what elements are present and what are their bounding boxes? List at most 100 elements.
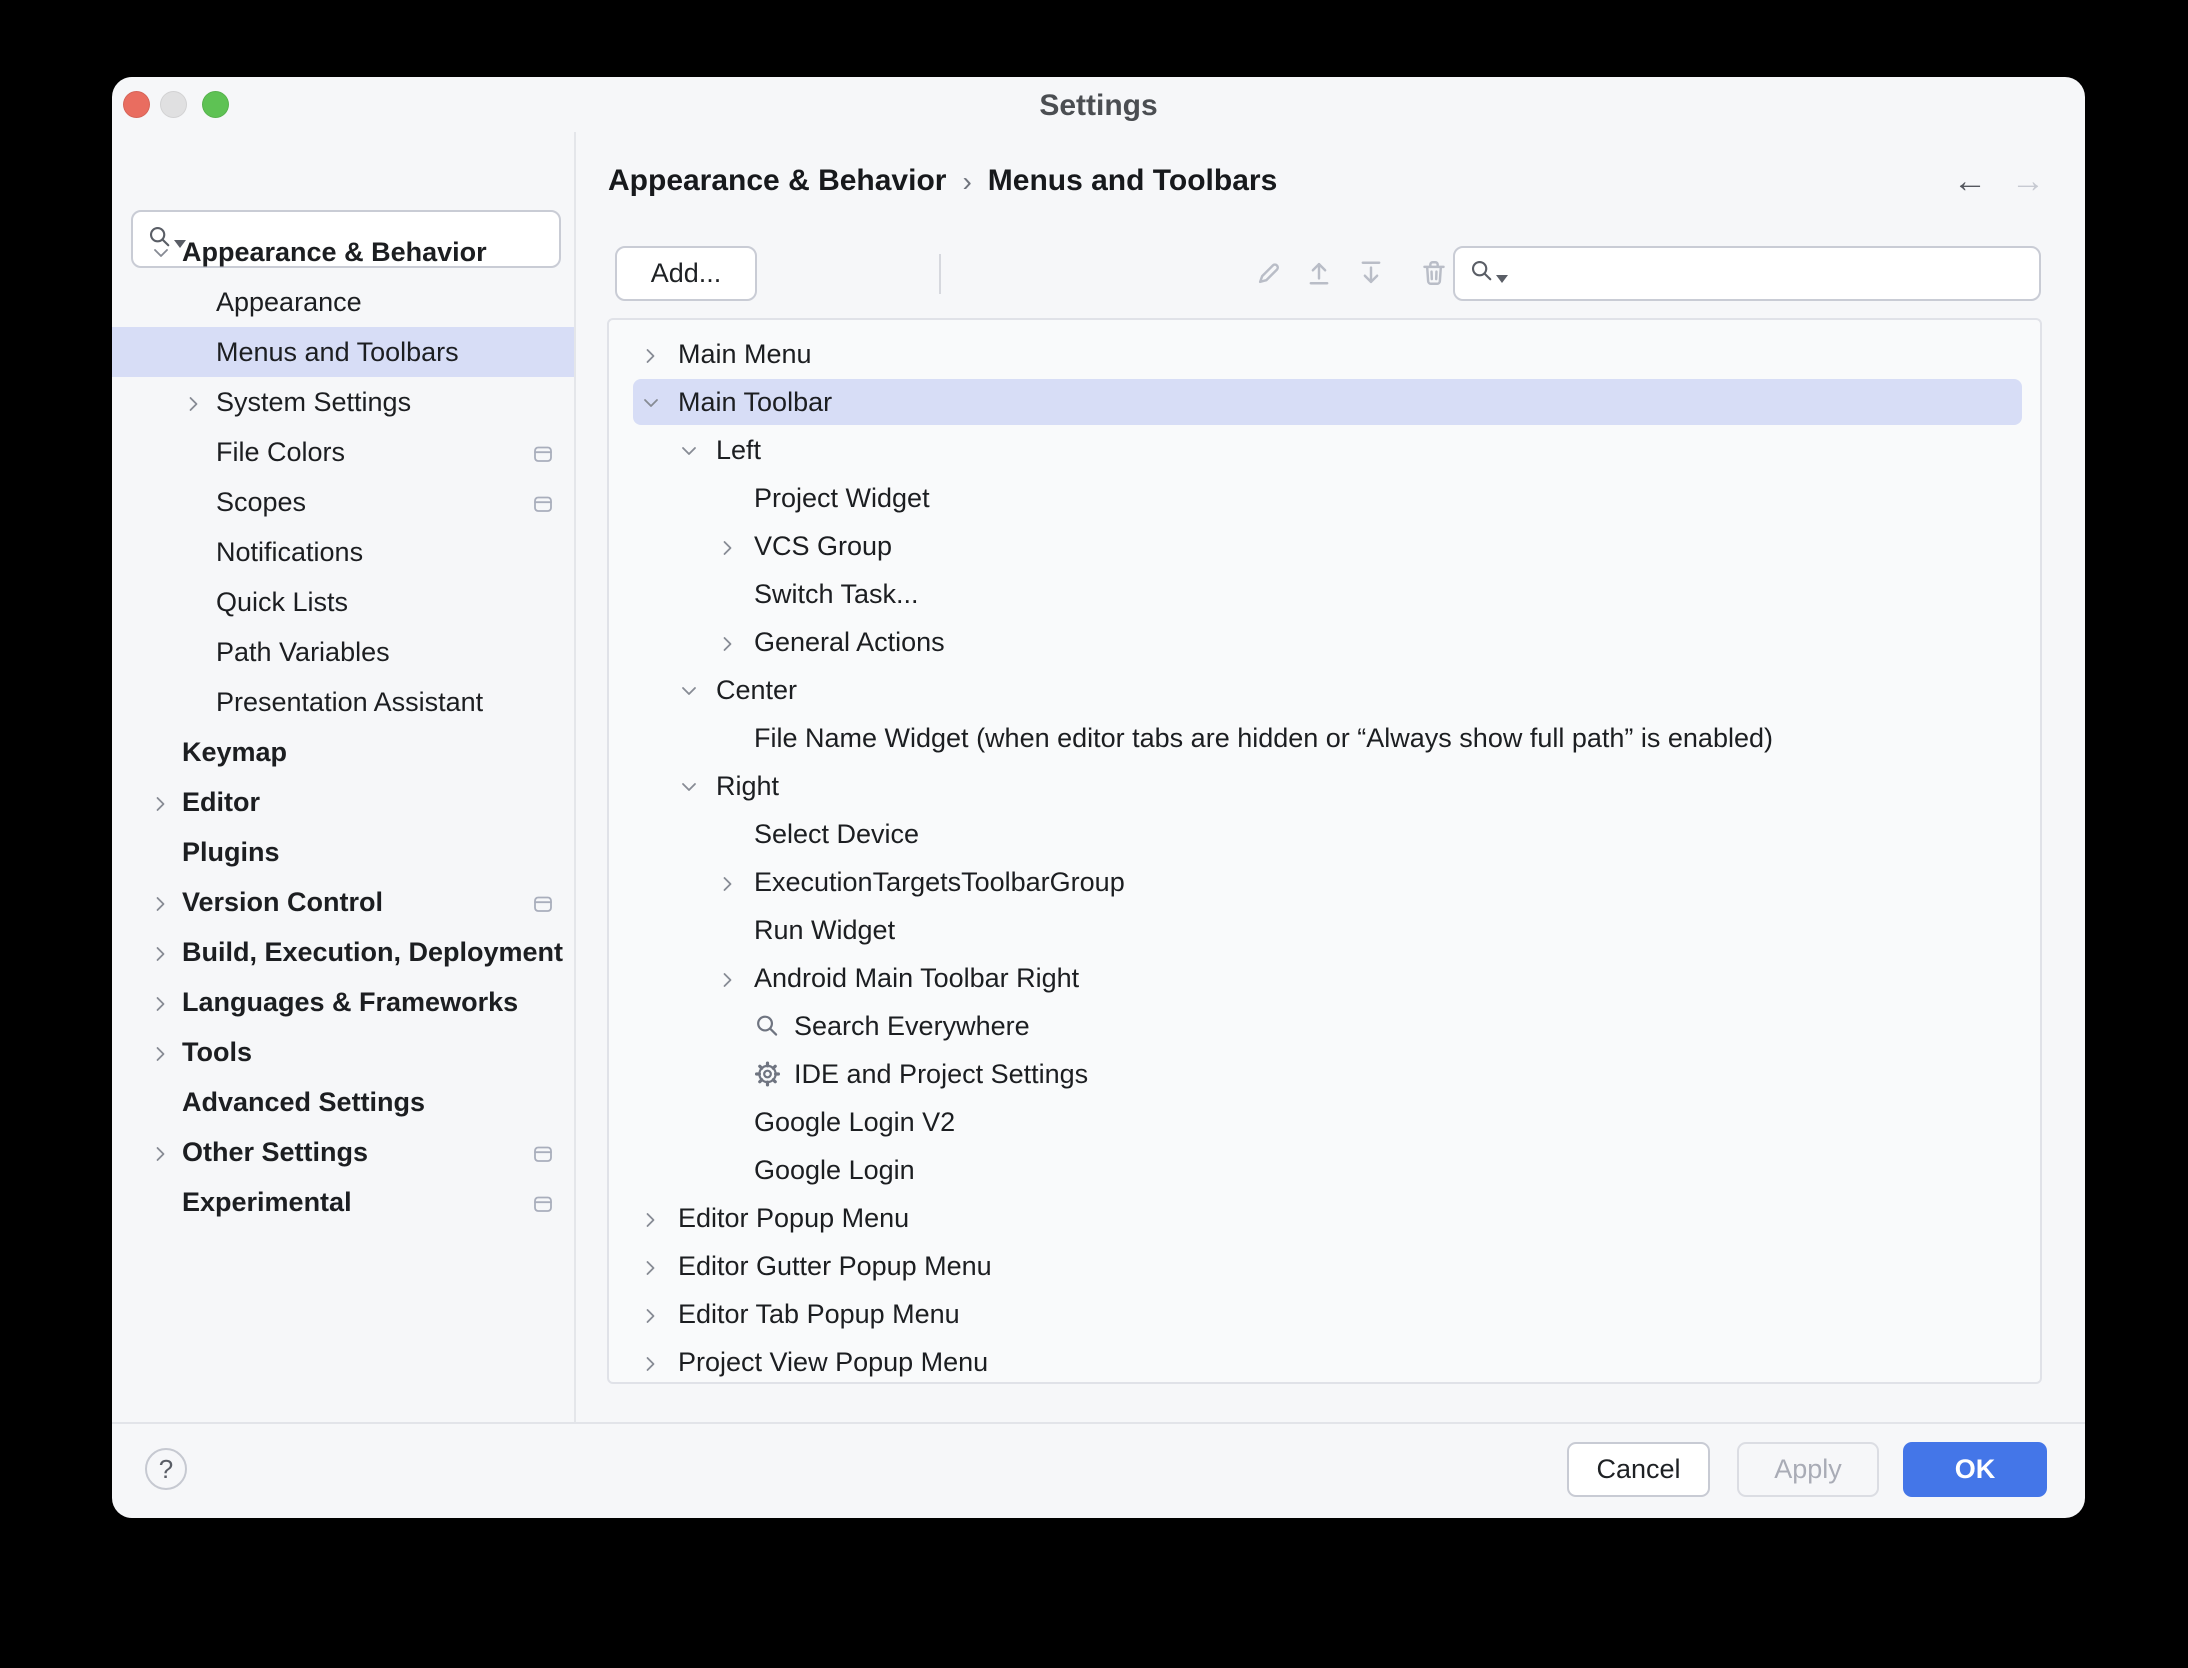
sidebar-item-keymap[interactable]: Keymap (112, 727, 574, 777)
tree-item-label: Google Login (754, 1155, 915, 1186)
tree-item-run-widget[interactable]: Run Widget (609, 906, 2040, 954)
chevron-right-icon[interactable] (150, 1141, 172, 1163)
sidebar-item-label: Version Control (182, 887, 383, 918)
chevron-right-icon[interactable] (183, 391, 205, 413)
sidebar-item-build-execution-deployment[interactable]: Build, Execution, Deployment (112, 927, 574, 977)
tree-item-label: ExecutionTargetsToolbarGroup (754, 867, 1125, 898)
chevron-right-icon[interactable] (717, 535, 739, 557)
tree-item-main-menu[interactable]: Main Menu (609, 330, 2040, 378)
ok-button[interactable]: OK (1903, 1442, 2047, 1497)
chevron-right-icon[interactable] (150, 1041, 172, 1063)
sidebar-item-experimental[interactable]: Experimental (112, 1177, 574, 1227)
tree-item-project-view-popup-menu[interactable]: Project View Popup Menu (609, 1338, 2040, 1384)
chevron-right-icon[interactable] (640, 1303, 662, 1325)
sidebar: Appearance & Behavior Appearance Menus and… (112, 132, 574, 1422)
tree-item-main-toolbar[interactable]: Main Toolbar (609, 378, 2040, 426)
tree-item-label: VCS Group (754, 531, 892, 562)
chevron-down-icon[interactable] (678, 439, 700, 461)
tree-item-editor-popup-menu[interactable]: Editor Popup Menu (609, 1194, 2040, 1242)
chevron-right-icon[interactable] (640, 1255, 662, 1277)
tree-item-right[interactable]: Right (609, 762, 2040, 810)
titlebar: Settings (112, 77, 2085, 132)
chevron-right-icon[interactable] (717, 631, 739, 653)
tree-item-ide-and-project-settings[interactable]: IDE and Project Settings (609, 1050, 2040, 1098)
sidebar-item-file-colors[interactable]: File Colors (112, 427, 574, 477)
tree-toolbar: Add... (576, 246, 2085, 301)
tree-item-label: IDE and Project Settings (794, 1059, 1088, 1090)
chevron-down-icon[interactable] (678, 679, 700, 701)
tree-item-search-everywhere[interactable]: Search Everywhere (609, 1002, 2040, 1050)
sidebar-item-label: Appearance & Behavior (182, 237, 487, 268)
cancel-button[interactable]: Cancel (1567, 1442, 1710, 1497)
sidebar-item-label: Experimental (182, 1187, 352, 1218)
chevron-down-icon[interactable] (678, 775, 700, 797)
delete-icon[interactable] (1417, 256, 1451, 290)
tree-item-label: Google Login V2 (754, 1107, 955, 1138)
tree-item-project-widget[interactable]: Project Widget (609, 474, 2040, 522)
tree-item-select-device[interactable]: Select Device (609, 810, 2040, 858)
sidebar-item-appearance[interactable]: Appearance (112, 277, 574, 327)
sidebar-item-label: Notifications (216, 537, 363, 568)
breadcrumb-separator-icon: › (962, 164, 971, 198)
sidebar-item-notifications[interactable]: Notifications (112, 527, 574, 577)
back-arrow-icon[interactable]: ← (1953, 162, 1987, 201)
tree-item-label: File Name Widget (when editor tabs are h… (754, 723, 1773, 754)
tree-item-google-login-v2[interactable]: Google Login V2 (609, 1098, 2040, 1146)
move-down-icon[interactable] (1354, 256, 1388, 290)
add-button[interactable]: Add... (615, 246, 757, 301)
search-options-caret-icon[interactable] (1496, 275, 1508, 283)
breadcrumb-parent: Appearance & Behavior (608, 164, 946, 198)
chevron-right-icon[interactable] (640, 1207, 662, 1229)
sidebar-item-path-variables[interactable]: Path Variables (112, 627, 574, 677)
edit-icon[interactable] (1252, 256, 1286, 290)
tree-item-vcs-group[interactable]: VCS Group (609, 522, 2040, 570)
sidebar-item-label: Menus and Toolbars (216, 337, 459, 368)
chevron-down-icon[interactable] (150, 241, 172, 263)
chevron-right-icon[interactable] (150, 991, 172, 1013)
tree-item-file-name-widget-when-editor-tabs-are-hi[interactable]: File Name Widget (when editor tabs are h… (609, 714, 2040, 762)
sidebar-item-quick-lists[interactable]: Quick Lists (112, 577, 574, 627)
tree-item-center[interactable]: Center (609, 666, 2040, 714)
tree-item-label: Search Everywhere (794, 1011, 1030, 1042)
sidebar-item-appearance-behavior[interactable]: Appearance & Behavior (112, 227, 574, 277)
tree-search-field[interactable] (1453, 246, 2041, 301)
sidebar-item-other-settings[interactable]: Other Settings (112, 1127, 574, 1177)
sidebar-item-scopes[interactable]: Scopes (112, 477, 574, 527)
tree-item-editor-gutter-popup-menu[interactable]: Editor Gutter Popup Menu (609, 1242, 2040, 1290)
tree-item-android-main-toolbar-right[interactable]: Android Main Toolbar Right (609, 954, 2040, 1002)
tree-item-general-actions[interactable]: General Actions (609, 618, 2040, 666)
help-button[interactable]: ? (145, 1448, 187, 1490)
tree-item-left[interactable]: Left (609, 426, 2040, 474)
breadcrumb: Appearance & Behavior › Menus and Toolba… (608, 164, 1277, 198)
sidebar-item-advanced-settings[interactable]: Advanced Settings (112, 1077, 574, 1127)
tree-item-executiontargetstoolbargroup[interactable]: ExecutionTargetsToolbarGroup (609, 858, 2040, 906)
sidebar-item-version-control[interactable]: Version Control (112, 877, 574, 927)
move-up-icon[interactable] (1302, 256, 1336, 290)
tree-item-editor-tab-popup-menu[interactable]: Editor Tab Popup Menu (609, 1290, 2040, 1338)
chevron-right-icon[interactable] (150, 791, 172, 813)
project-level-icon (532, 441, 554, 463)
chevron-down-icon[interactable] (640, 391, 662, 413)
chevron-right-icon[interactable] (150, 941, 172, 963)
chevron-right-icon[interactable] (640, 343, 662, 365)
sidebar-item-label: Plugins (182, 837, 280, 868)
tree-item-switch-task[interactable]: Switch Task... (609, 570, 2040, 618)
sidebar-item-plugins[interactable]: Plugins (112, 827, 574, 877)
chevron-right-icon[interactable] (717, 871, 739, 893)
tree-item-label: Project Widget (754, 483, 930, 514)
sidebar-item-label: Scopes (216, 487, 306, 518)
chevron-right-icon[interactable] (640, 1351, 662, 1373)
chevron-right-icon[interactable] (717, 967, 739, 989)
sidebar-item-system-settings[interactable]: System Settings (112, 377, 574, 427)
sidebar-item-tools[interactable]: Tools (112, 1027, 574, 1077)
chevron-right-icon[interactable] (150, 891, 172, 913)
tree-search-input[interactable] (1508, 258, 2039, 289)
sidebar-item-languages-frameworks[interactable]: Languages & Frameworks (112, 977, 574, 1027)
sidebar-item-presentation-assistant[interactable]: Presentation Assistant (112, 677, 574, 727)
sidebar-item-label: Presentation Assistant (216, 687, 483, 718)
tree-item-label: Center (716, 675, 797, 706)
sidebar-item-editor[interactable]: Editor (112, 777, 574, 827)
sidebar-item-menus-and-toolbars[interactable]: Menus and Toolbars (112, 327, 574, 377)
sidebar-list: Appearance & Behavior Appearance Menus and… (112, 227, 574, 1227)
tree-item-google-login[interactable]: Google Login (609, 1146, 2040, 1194)
